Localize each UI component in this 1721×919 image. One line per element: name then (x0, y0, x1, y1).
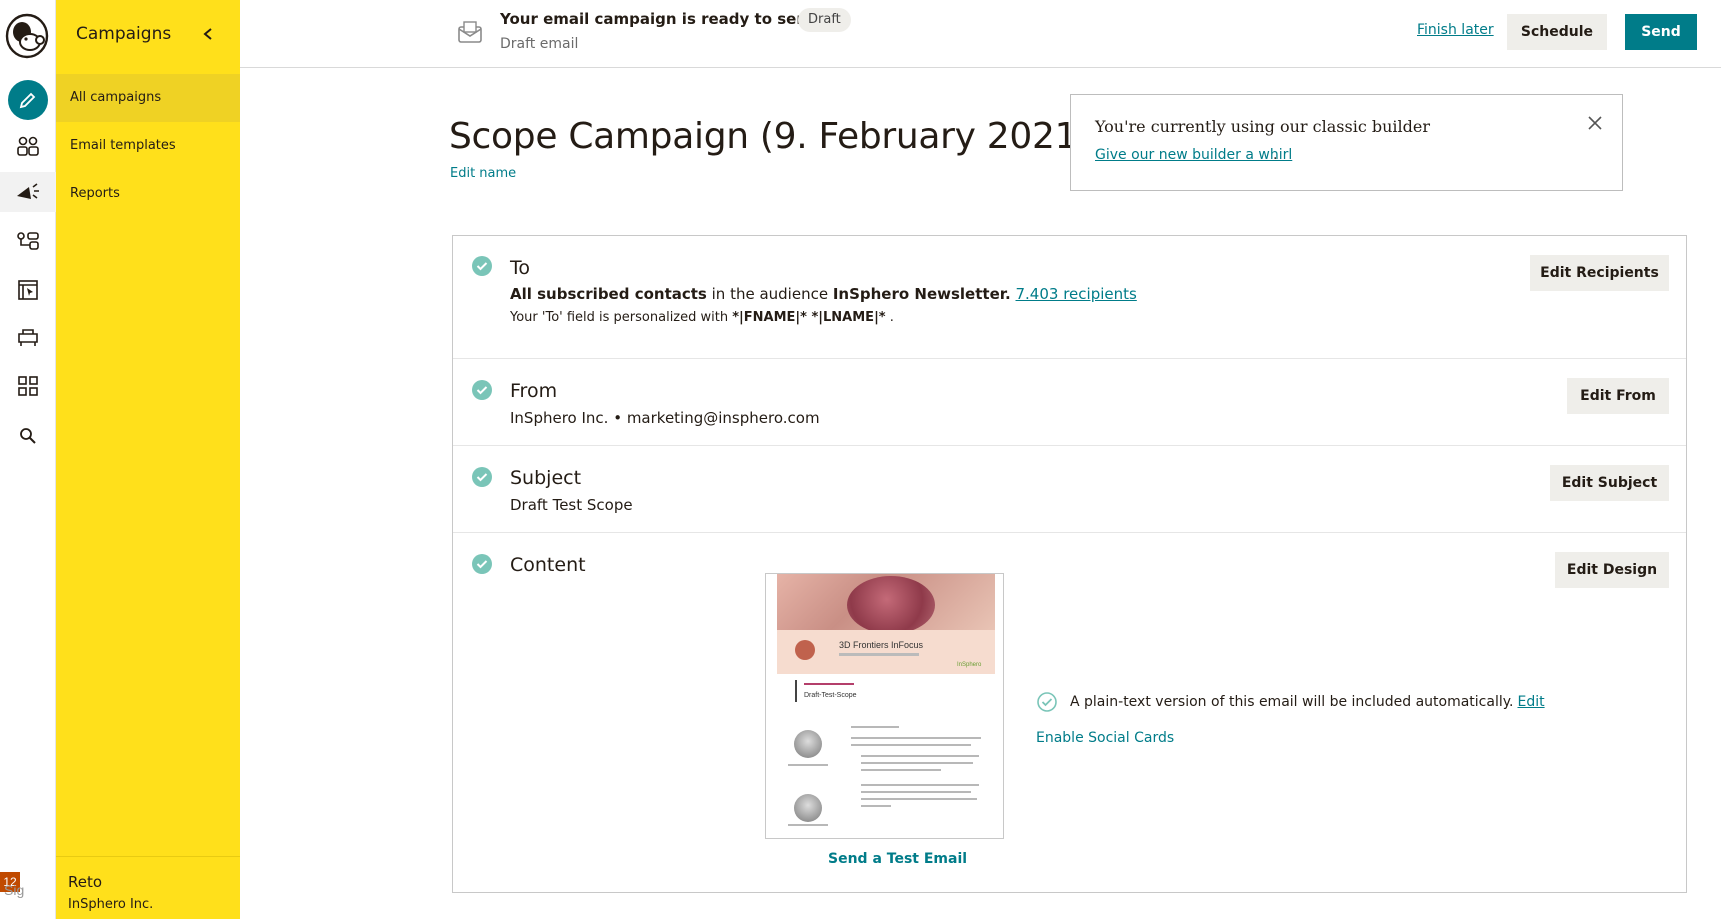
preview-divider-bar (795, 680, 797, 702)
audience-icon[interactable] (8, 126, 48, 166)
to-personalization: Your 'To' field is personalized with *|F… (510, 310, 894, 325)
edit-name-link[interactable]: Edit name (450, 166, 516, 181)
create-icon[interactable] (8, 80, 48, 120)
status-badge: Draft (798, 8, 851, 32)
preview-brand-logo: InSphero (957, 662, 982, 668)
close-icon[interactable] (1585, 113, 1605, 133)
to-segment: All subscribed contacts (510, 285, 707, 303)
integrations-icon[interactable] (8, 366, 48, 406)
account-menu[interactable]: Reto InSphero Inc. (56, 856, 240, 912)
content-section: Content Edit Design 3D Frontiers InFocus… (453, 533, 1686, 893)
preview-text-line (851, 737, 981, 739)
edit-plain-text-link[interactable]: Edit (1517, 694, 1544, 710)
notice-text: You're currently using our classic build… (1095, 117, 1430, 136)
icon-rail: 12 Sig (0, 0, 56, 919)
search-icon[interactable] (8, 416, 48, 456)
to-mid-text: in the audience (706, 285, 833, 303)
recipients-link[interactable]: 7.403 recipients (1016, 285, 1137, 303)
preview-text-line (861, 805, 891, 807)
preview-title: 3D Frontiers InFocus (839, 640, 924, 650)
send-test-email-link[interactable]: Send a Test Email (828, 851, 967, 867)
personalized-suffix: . (885, 310, 894, 325)
check-circle-icon (472, 467, 492, 487)
from-title: From (510, 380, 558, 402)
preview-text-line (861, 769, 941, 771)
to-title: To (510, 257, 531, 279)
enable-social-cards-link[interactable]: Enable Social Cards (1036, 730, 1174, 746)
collapse-nav-chevron-left-icon[interactable] (196, 22, 220, 46)
preview-text-line (861, 784, 979, 786)
campaign-status-bar: Your email campaign is ready to send! Dr… (240, 0, 1721, 68)
campaigns-icon[interactable] (0, 172, 56, 212)
to-section: To All subscribed contacts in the audien… (453, 236, 1686, 359)
subject-title: Subject (510, 467, 582, 489)
from-value: InSphero Inc. • marketing@insphero.com (510, 409, 820, 427)
merge-tags: *|FNAME|* *|LNAME|* (732, 310, 886, 325)
preview-text-line (851, 726, 899, 728)
page-title: Scope Campaign (9. February 2021) (449, 116, 1091, 157)
preview-text-line (861, 798, 977, 800)
preview-text-line (861, 791, 971, 793)
check-circle-icon (472, 554, 492, 574)
preview-text-line (788, 824, 828, 826)
preview-hero-image (777, 574, 995, 634)
content-icon[interactable] (8, 318, 48, 358)
edit-recipients-button[interactable]: Edit Recipients (1530, 255, 1669, 291)
preview-text-line (851, 744, 971, 746)
status-subtitle: Draft email (500, 36, 579, 52)
edit-subject-button[interactable]: Edit Subject (1550, 465, 1669, 501)
subject-value: Draft Test Scope (510, 496, 633, 514)
finish-later-link[interactable]: Finish later (1417, 22, 1494, 38)
preview-hero-blob (847, 576, 935, 634)
preview-logo-mark (795, 640, 815, 660)
preview-subtitle-line (839, 653, 919, 656)
to-audience: InSphero Newsletter. (832, 285, 1011, 303)
preview-header-band: 3D Frontiers InFocus InSphero (777, 630, 995, 674)
check-circle-icon (472, 256, 492, 276)
website-icon[interactable] (8, 270, 48, 310)
automations-icon[interactable] (8, 222, 48, 262)
edit-design-button[interactable]: Edit Design (1555, 552, 1669, 588)
nav-title: Campaigns (76, 24, 172, 44)
new-builder-link[interactable]: Give our new builder a whirl (1095, 147, 1292, 163)
to-summary: All subscribed contacts in the audience … (510, 285, 1137, 303)
nav-item-all-campaigns[interactable]: All campaigns (56, 74, 240, 122)
plain-text-message: A plain-text version of this email will … (1070, 694, 1514, 710)
signature-image: Sig (4, 882, 25, 898)
notice-period: . (1273, 147, 1278, 163)
from-section: From InSphero Inc. • marketing@insphero.… (453, 359, 1686, 446)
plain-text-notice: A plain-text version of this email will … (1070, 694, 1545, 710)
user-name: Reto (68, 873, 103, 891)
edit-from-button[interactable]: Edit From (1567, 378, 1669, 414)
check-circle-icon (472, 380, 492, 400)
preview-avatar (794, 730, 822, 758)
preview-text-line (861, 755, 979, 757)
preview-avatar (794, 794, 822, 822)
campaign-checklist: To All subscribed contacts in the audien… (452, 235, 1687, 893)
user-org: InSphero Inc. (68, 897, 154, 912)
status-title: Your email campaign is ready to send! (500, 10, 825, 28)
classic-builder-notice: You're currently using our classic build… (1070, 94, 1623, 191)
preview-text-line (788, 764, 828, 766)
nav-item-reports[interactable]: Reports (56, 170, 240, 218)
preview-draft-title: Draft-Test-Scope (804, 692, 857, 699)
preview-kicker-line (804, 683, 854, 685)
mailchimp-logo-icon[interactable] (4, 12, 50, 60)
preview-text-line (861, 762, 973, 764)
campaigns-nav: Campaigns All campaigns Email templates … (56, 0, 240, 919)
personalized-prefix: Your 'To' field is personalized with (510, 310, 733, 325)
email-preview-thumbnail[interactable]: 3D Frontiers InFocus InSphero Draft-Test… (765, 573, 1004, 839)
email-envelope-icon (456, 18, 484, 46)
send-button[interactable]: Send (1625, 14, 1697, 50)
content-title: Content (510, 554, 586, 576)
check-outline-icon (1037, 692, 1057, 712)
nav-item-email-templates[interactable]: Email templates (56, 122, 240, 170)
schedule-button[interactable]: Schedule (1507, 14, 1607, 50)
subject-section: Subject Draft Test Scope Edit Subject (453, 446, 1686, 533)
